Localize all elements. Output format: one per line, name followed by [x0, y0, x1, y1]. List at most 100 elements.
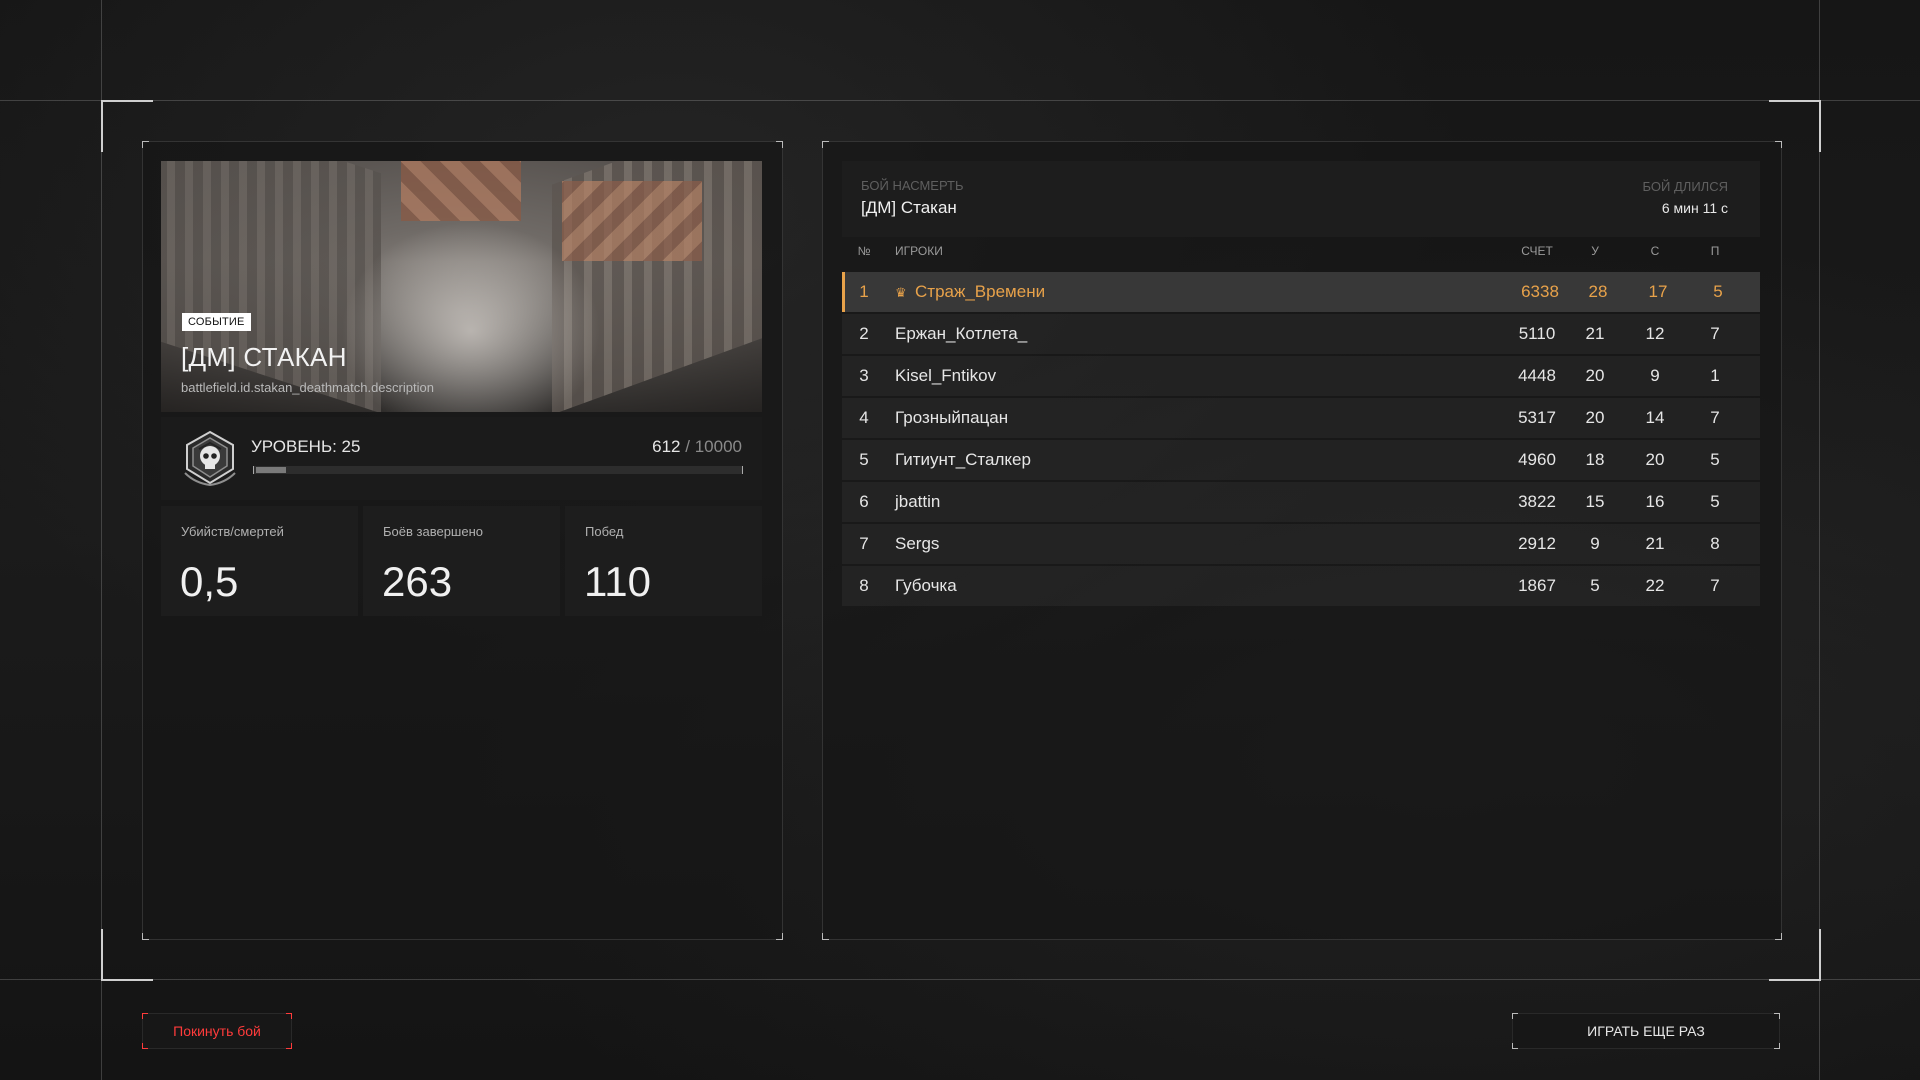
stat-kd: Убийств/смертей 0,5 [161, 506, 358, 616]
row-assists: 5 [1710, 492, 1720, 511]
stat-value: 0,5 [180, 558, 239, 605]
duration-value: 6 мин 11 с [1661, 200, 1728, 216]
row-kills: 9 [1590, 534, 1600, 553]
row-score: 3822 [1518, 492, 1556, 511]
row-assists: 7 [1710, 576, 1720, 595]
row-player-name: Kisel_Fntikov [895, 366, 997, 385]
row-rank: 2 [859, 324, 869, 343]
header-players: ИГРОКИ [895, 244, 943, 258]
row-score: 6338 [1521, 282, 1559, 301]
scoreboard: 1 ♛ Страж_Времени 6338 28 17 5 2 Ержан_Ко… [842, 272, 1760, 608]
map-title: [ДМ] СТАКАН [181, 342, 347, 372]
header-assists: П [1710, 244, 1720, 258]
row-assists: 7 [1710, 408, 1720, 427]
row-kills: 20 [1585, 366, 1605, 385]
table-row[interactable]: 6 jbattin 3822 15 16 5 [842, 482, 1760, 522]
row-rank: 6 [859, 492, 869, 511]
row-player-name: Sergs [895, 534, 940, 553]
row-kills: 20 [1585, 408, 1605, 427]
row-rank: 4 [859, 408, 869, 427]
guide-line [1819, 0, 1820, 1080]
table-row[interactable]: 3 Kisel_Fntikov 4448 20 9 1 [842, 356, 1760, 396]
row-kills: 5 [1590, 576, 1600, 595]
row-kills: 28 [1588, 282, 1608, 301]
row-kills: 18 [1585, 450, 1605, 469]
header-rank: № [857, 244, 871, 258]
row-assists: 8 [1710, 534, 1720, 553]
level-box: УРОВЕНЬ: 25 612 / 10000 [161, 417, 762, 500]
row-player-name: Грозныйпацан [895, 408, 1009, 427]
row-kills: 15 [1585, 492, 1605, 511]
leave-battle-button[interactable]: Покинуть бой [142, 1013, 292, 1049]
event-badge: СОБЫТИЕ [182, 313, 251, 331]
map-banner [161, 161, 762, 412]
guide-line [0, 100, 1920, 101]
row-deaths: 21 [1645, 534, 1665, 553]
stat-label: Убийств/смертей [181, 524, 284, 539]
table-row[interactable]: 8 Губочка 1867 5 22 7 [842, 566, 1760, 606]
row-player-name: Гитиунт_Сталкер [895, 450, 1031, 469]
xp-counter: 612 / 10000 [652, 437, 742, 457]
row-player: ♛ Страж_Времени [895, 272, 1045, 313]
stat-label: Побед [585, 524, 624, 539]
xp-progress-bar [253, 466, 743, 474]
row-rank: 3 [859, 366, 869, 385]
row-player-name: jbattin [895, 492, 941, 511]
row-score: 4448 [1518, 366, 1556, 385]
header-deaths: С [1650, 244, 1660, 258]
row-deaths: 12 [1645, 324, 1665, 343]
table-header: № ИГРОКИ СЧЕТ У С П [842, 244, 1760, 268]
row-deaths: 14 [1645, 408, 1665, 427]
row-score: 1867 [1518, 576, 1556, 595]
row-deaths: 17 [1648, 282, 1668, 301]
xp-progress-fill [256, 467, 286, 473]
level-label: УРОВЕНЬ: 25 [251, 437, 361, 456]
row-assists: 7 [1710, 324, 1720, 343]
mode-name: [ДМ] Стакан [861, 198, 957, 217]
play-again-label: ИГРАТЬ ЕЩЕ РАЗ [1587, 1023, 1705, 1039]
row-deaths: 16 [1645, 492, 1665, 511]
table-row[interactable]: 4 Грозныйпацан 5317 20 14 7 [842, 398, 1760, 438]
guide-line [101, 0, 102, 1080]
xp-max: 10000 [694, 437, 742, 456]
crown-icon: ♛ [895, 285, 907, 300]
table-row[interactable]: 5 Гитиунт_Сталкер 4960 18 20 5 [842, 440, 1760, 480]
xp-separator: / [685, 437, 690, 456]
duration-label: БОЙ ДЛИЛСЯ [1642, 179, 1728, 194]
row-rank: 5 [859, 450, 869, 469]
stat-wins: Побед 110 [565, 506, 762, 616]
stat-matches: Боёв завершено 263 [363, 506, 560, 616]
row-score: 4960 [1518, 450, 1556, 469]
table-row[interactable]: 1 ♛ Страж_Времени 6338 28 17 5 [842, 272, 1760, 312]
row-deaths: 20 [1645, 450, 1665, 469]
map-description: battlefield.id.stakan_deathmatch.descrip… [181, 380, 434, 395]
row-score: 5110 [1518, 324, 1556, 343]
guide-line [0, 979, 1920, 980]
stat-label: Боёв завершено [383, 524, 483, 539]
table-row[interactable]: 7 Sergs 2912 9 21 8 [842, 524, 1760, 564]
row-rank: 8 [859, 576, 869, 595]
leave-battle-label: Покинуть бой [173, 1023, 261, 1039]
row-deaths: 22 [1645, 576, 1665, 595]
skull-shield-icon [184, 430, 236, 487]
stat-value: 110 [584, 558, 651, 605]
row-player-name: Ержан_Котлета_ [895, 324, 1028, 343]
match-header: БОЙ НАСМЕРТЬ [ДМ] Стакан БОЙ ДЛИЛСЯ 6 ми… [842, 161, 1760, 237]
row-player-name: Губочка [895, 576, 957, 595]
header-score: СЧЕТ [1521, 244, 1553, 258]
row-player-name: Страж_Времени [915, 282, 1046, 301]
row-kills: 21 [1585, 324, 1605, 343]
row-rank: 7 [859, 534, 869, 553]
header-kills: У [1591, 244, 1599, 258]
mode-label: БОЙ НАСМЕРТЬ [861, 178, 964, 193]
stat-value: 263 [382, 558, 453, 605]
row-deaths: 9 [1650, 366, 1660, 385]
table-row[interactable]: 2 Ержан_Котлета_ 5110 21 12 7 [842, 314, 1760, 354]
play-again-button[interactable]: ИГРАТЬ ЕЩЕ РАЗ [1512, 1013, 1780, 1049]
row-assists: 5 [1710, 450, 1720, 469]
row-assists: 1 [1710, 366, 1720, 385]
row-rank: 1 [859, 282, 869, 301]
row-assists: 5 [1713, 282, 1723, 301]
row-score: 5317 [1518, 408, 1556, 427]
row-score: 2912 [1518, 534, 1556, 553]
